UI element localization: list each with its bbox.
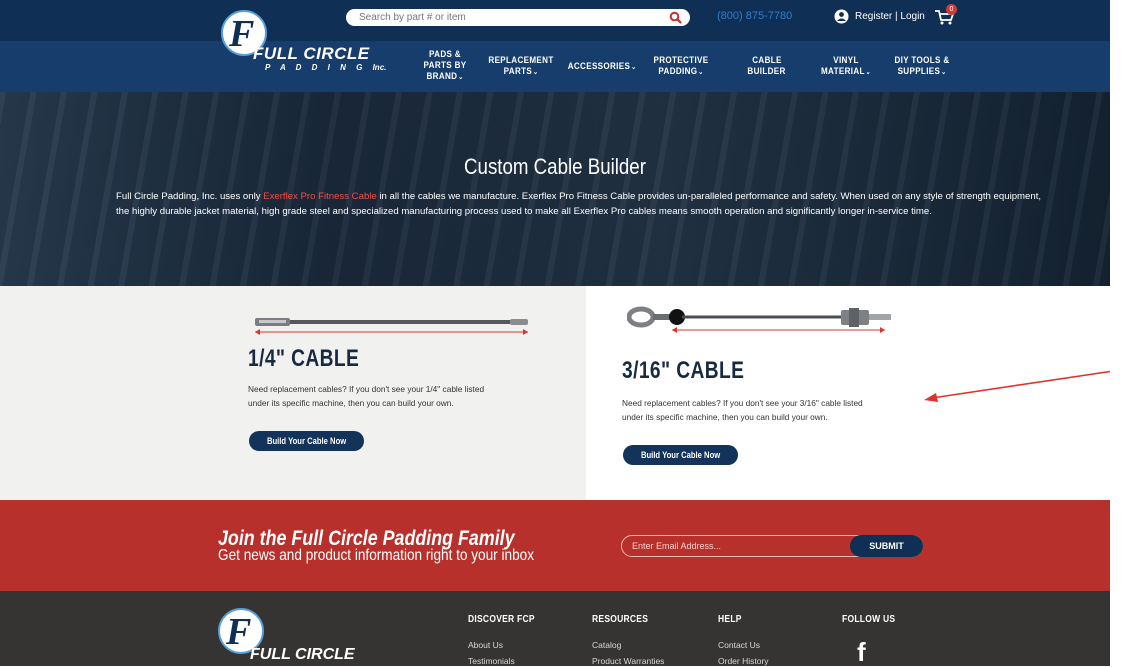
cable-title: 1/4" CABLE — [248, 345, 360, 372]
build-cable-button[interactable]: Build Your Cable Now — [623, 445, 738, 465]
chevron-down-icon: ⌄ — [631, 64, 637, 71]
nav-label: CABLE BUILDER — [747, 55, 786, 77]
logo-f-letter: F — [229, 13, 255, 55]
cable-desc-line: Need replacement cables? If you don't se… — [622, 398, 863, 408]
nav-label: VINYL MATERIAL — [820, 55, 865, 77]
footer-logo-name: FULL CIRCLE — [250, 646, 355, 663]
newsletter-subtitle: Get news and product information right t… — [218, 547, 535, 564]
search-icon[interactable] — [669, 11, 682, 24]
chevron-down-icon: ⌄ — [458, 74, 464, 81]
email-input[interactable] — [632, 538, 852, 554]
logo-suffix: Inc. — [372, 63, 387, 72]
exerflex-link[interactable]: Exerflex Pro Fitness Cable — [263, 191, 377, 202]
site-footer — [0, 591, 1110, 666]
footer-link-about-us[interactable]: About Us — [468, 640, 503, 650]
hero-banner: Custom Cable Builder Full Circle Padding… — [0, 92, 1110, 286]
page-right-margin — [1110, 0, 1125, 666]
cable-description: Need replacement cables? If you don't se… — [248, 382, 484, 410]
cart-count-badge: 0 — [946, 4, 957, 15]
chevron-down-icon: ⌄ — [698, 69, 704, 76]
search-bar — [346, 9, 690, 26]
facebook-icon[interactable]: f — [857, 638, 866, 666]
hero-description: Full Circle Padding, Inc. uses only Exer… — [116, 189, 1056, 219]
logo-name: FULL CIRCLE — [253, 44, 370, 63]
chevron-down-icon: ⌄ — [532, 69, 539, 76]
chevron-down-icon: ⌄ — [865, 69, 872, 76]
footer-link-testimonials[interactable]: Testimonials — [468, 656, 515, 666]
nav-vinyl-material[interactable]: VINYL MATERIAL⌄ — [819, 55, 873, 78]
nav-label: REPLACEMENT PARTS — [488, 55, 554, 77]
nav-accessories[interactable]: ACCESSORIES⌄ — [567, 61, 637, 73]
nav-diy-tools-supplies[interactable]: DIY TOOLS & SUPPLIES⌄ — [891, 55, 952, 78]
nav-label: ACCESSORIES — [567, 61, 631, 72]
user-icon[interactable] — [834, 9, 849, 24]
newsletter-section — [0, 500, 1110, 591]
quarter-inch-cable-image — [255, 318, 528, 335]
logo-sub-text: P A D D I N G — [265, 63, 367, 72]
footer-link-order-history[interactable]: Order History — [718, 656, 769, 666]
build-cable-label: Build Your Cable Now — [640, 450, 721, 460]
cable-desc-line: Need replacement cables? If you don't se… — [248, 384, 485, 394]
cable-description: Need replacement cables? If you don't se… — [622, 396, 863, 424]
footer-heading-help: HELP — [718, 614, 742, 625]
nav-pads-parts-by-brand[interactable]: PADS & PARTS BY BRAND⌄ — [420, 49, 471, 83]
footer-heading-discover: DISCOVER FCP — [468, 614, 535, 625]
footer-logo-f-letter: F — [226, 611, 252, 653]
footer-link-product-warranties[interactable]: Product Warranties — [592, 656, 664, 666]
hero-title: Custom Cable Builder — [464, 154, 646, 179]
nav-protective-padding[interactable]: PROTECTIVE PADDING⌄ — [651, 55, 711, 78]
footer-link-contact-us[interactable]: Contact Us — [718, 640, 760, 650]
cable-desc-line: under its specific machine, then you can… — [622, 412, 828, 422]
hero-text-before: Full Circle Padding, Inc. uses only — [116, 191, 264, 202]
logo-subtitle: P A D D I N G Inc. — [265, 63, 386, 72]
build-cable-label: Build Your Cable Now — [266, 436, 347, 446]
nav-replacement-parts[interactable]: REPLACEMENT PARTS⌄ — [487, 55, 555, 78]
phone-number[interactable]: (800) 875-7780 — [717, 10, 792, 22]
register-login-link[interactable]: Register | Login — [855, 11, 925, 22]
cable-title: 3/16" CABLE — [622, 357, 745, 384]
footer-heading-follow-us: FOLLOW US — [842, 614, 896, 625]
footer-heading-resources: RESOURCES — [592, 614, 649, 625]
cable-desc-line: under its specific machine, then you can… — [248, 398, 454, 408]
chevron-down-icon: ⌄ — [941, 69, 947, 76]
footer-link-catalog[interactable]: Catalog — [592, 640, 621, 650]
three-sixteenth-cable-image — [627, 306, 891, 333]
submit-button[interactable]: SUBMIT — [850, 535, 923, 557]
search-input[interactable] — [359, 10, 659, 25]
nav-cable-builder[interactable]: CABLE BUILDER — [742, 55, 793, 78]
build-cable-button[interactable]: Build Your Cable Now — [249, 431, 364, 451]
footer-logo[interactable]: F FULL CIRCLE — [218, 608, 355, 666]
annotation-arrow-icon — [924, 369, 1121, 402]
